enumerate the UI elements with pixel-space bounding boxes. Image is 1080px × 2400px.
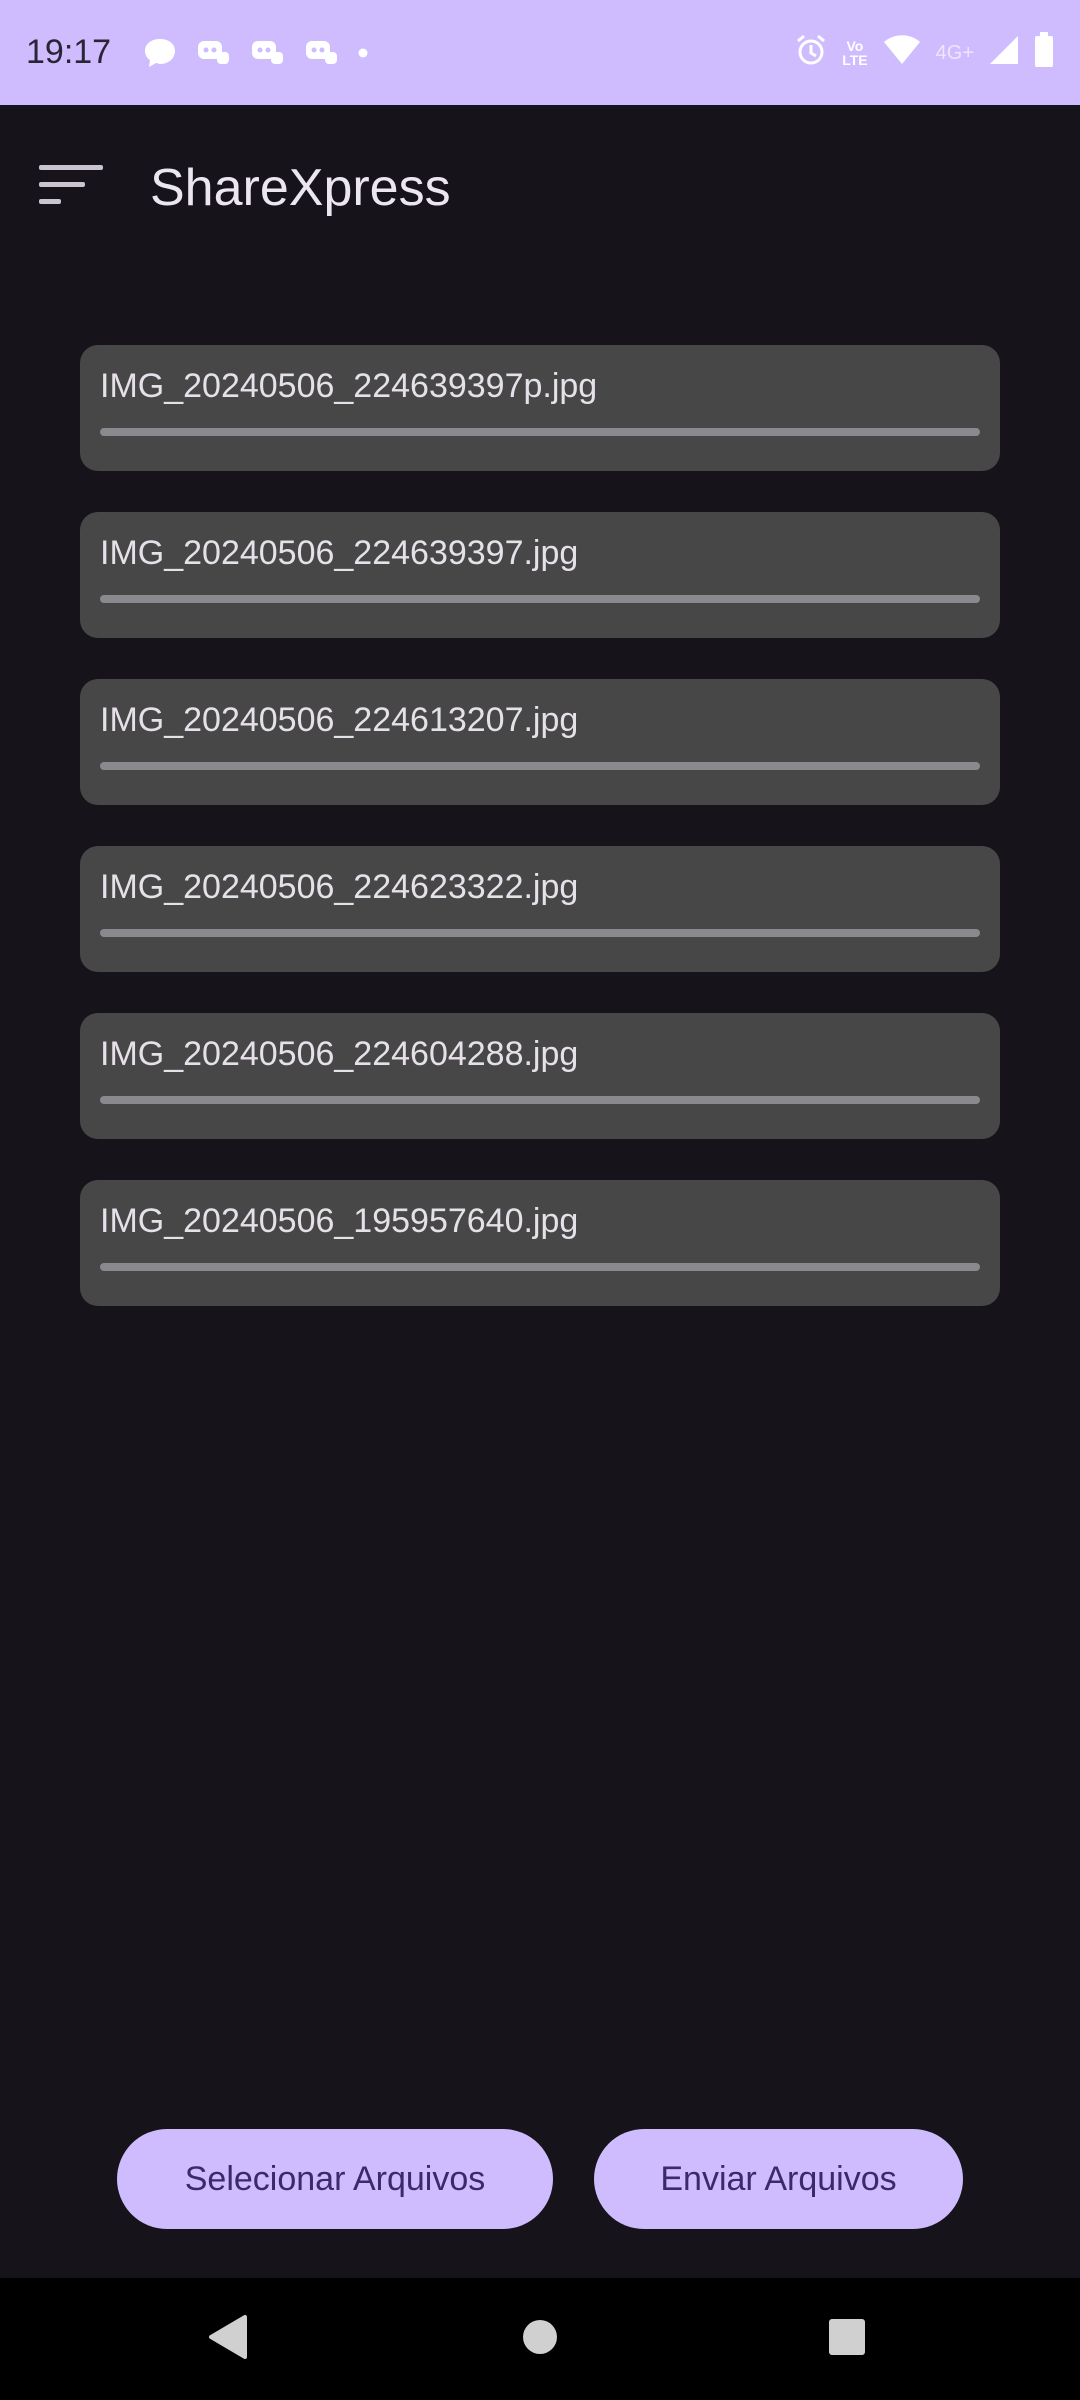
select-files-button[interactable]: Selecionar Arquivos	[117, 2129, 553, 2229]
upload-progress-bar	[100, 929, 980, 937]
file-card[interactable]: IMG_20240506_224623322.jpg	[80, 846, 1000, 972]
alarm-icon	[794, 33, 828, 72]
back-triangle-icon	[207, 2314, 249, 2365]
upload-progress-bar	[100, 595, 980, 603]
file-name: IMG_20240506_224639397.jpg	[100, 534, 579, 572]
file-card[interactable]: IMG_20240506_224613207.jpg	[80, 679, 1000, 805]
upload-progress-bar	[100, 762, 980, 770]
file-name: IMG_20240506_224613207.jpg	[100, 701, 579, 739]
file-list: IMG_20240506_224639397p.jpg IMG_20240506…	[80, 345, 1000, 1347]
home-circle-icon	[520, 2317, 560, 2362]
back-button[interactable]	[168, 2278, 288, 2400]
file-name: IMG_20240506_195957640.jpg	[100, 1202, 579, 1240]
sort-menu-icon	[39, 163, 105, 212]
volte-icon: Vo LTE	[842, 39, 867, 67]
system-status-icons: Vo LTE 4G+	[794, 32, 1054, 73]
file-card[interactable]: IMG_20240506_224639397p.jpg	[80, 345, 1000, 471]
status-bar: 19:17 Vo LTE 4G+	[0, 0, 1080, 105]
home-button[interactable]	[480, 2278, 600, 2400]
upload-progress-bar	[100, 1263, 980, 1271]
signal-icon	[988, 34, 1020, 71]
notification-icons	[143, 37, 369, 69]
network-type-label: 4G+	[935, 41, 974, 64]
dot-icon	[357, 47, 369, 59]
recents-button[interactable]	[787, 2278, 907, 2400]
discord-icon	[249, 38, 285, 68]
battery-icon	[1034, 32, 1054, 73]
app-bar: ShareXpress	[0, 105, 1080, 270]
file-card[interactable]: IMG_20240506_224639397.jpg	[80, 512, 1000, 638]
upload-progress-bar	[100, 1096, 980, 1104]
navigation-bar	[0, 2278, 1080, 2400]
file-card[interactable]: IMG_20240506_195957640.jpg	[80, 1180, 1000, 1306]
app-title: ShareXpress	[150, 158, 451, 217]
recents-square-icon	[827, 2317, 867, 2362]
upload-progress-bar	[100, 428, 980, 436]
file-card[interactable]: IMG_20240506_224604288.jpg	[80, 1013, 1000, 1139]
file-name: IMG_20240506_224604288.jpg	[100, 1035, 579, 1073]
wifi-icon	[882, 34, 922, 71]
chat-bubble-icon	[143, 37, 177, 69]
status-time: 19:17	[26, 33, 112, 71]
menu-button[interactable]	[22, 138, 122, 238]
file-name: IMG_20240506_224639397p.jpg	[100, 367, 598, 405]
file-name: IMG_20240506_224623322.jpg	[100, 868, 579, 906]
send-files-button[interactable]: Enviar Arquivos	[594, 2129, 963, 2229]
volte-bottom-label: LTE	[842, 51, 868, 68]
discord-icon	[303, 38, 339, 68]
discord-icon	[195, 38, 231, 68]
